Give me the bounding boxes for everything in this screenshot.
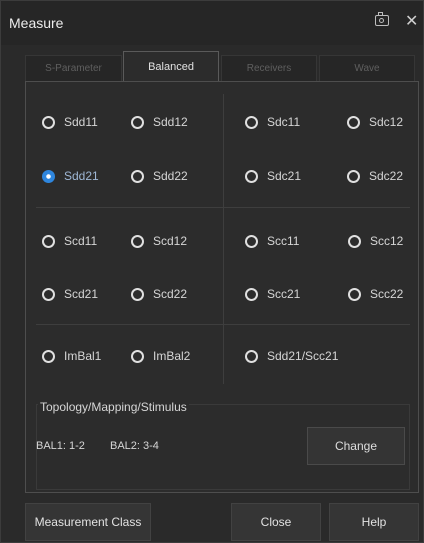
radio-scc11[interactable]: Scc11 [245, 233, 299, 249]
radio-label: Scd11 [64, 234, 98, 248]
radio-sdc11[interactable]: Sdc11 [245, 114, 300, 130]
radio-circle-icon [348, 234, 361, 248]
radio-label: Scc11 [267, 234, 300, 248]
radio-circle-icon [245, 234, 258, 248]
tab-bar: S-Parameter Balanced Receivers Wave [25, 51, 419, 82]
radio-label: Scc22 [370, 287, 404, 301]
bal2-mapping: BAL2: 3-4 [110, 440, 159, 452]
change-button[interactable]: Change [307, 427, 405, 465]
tab-wave[interactable]: Wave [319, 55, 415, 81]
radio-sdc21[interactable]: Sdc21 [245, 168, 301, 184]
topology-group-title: Topology/Mapping/Stimulus [38, 400, 189, 414]
radio-label: Sdd21/Scc21 [267, 349, 339, 363]
radio-label: Sdd11 [64, 115, 98, 129]
radio-checked-icon [42, 169, 55, 183]
radio-scc12[interactable]: Scc12 [348, 233, 403, 249]
balanced-panel: Sdd11 Sdd12 Sdc11 Sdc12 Sdd21 Sdd22 Sdc2… [25, 81, 419, 493]
tab-receivers[interactable]: Receivers [221, 55, 317, 81]
radio-circle-icon [131, 115, 144, 129]
radio-label: ImBal2 [153, 349, 191, 363]
help-button[interactable]: Help [329, 503, 419, 541]
radio-label: Scd21 [64, 287, 99, 301]
close-button[interactable]: Close [231, 503, 321, 541]
radio-label: Sdd21 [64, 169, 99, 183]
radio-sdd11[interactable]: Sdd11 [42, 114, 98, 130]
radio-circle-icon [131, 349, 144, 363]
radio-scd11[interactable]: Scd11 [42, 233, 97, 249]
radio-label: Sdd22 [153, 169, 188, 183]
radio-label: Sdc21 [267, 169, 302, 183]
radio-label: Sdc11 [267, 115, 301, 129]
radio-scd12[interactable]: Scd12 [131, 233, 187, 249]
tab-balanced[interactable]: Balanced [123, 51, 219, 82]
radio-circle-icon [42, 234, 55, 248]
radio-label: Sdd12 [153, 115, 188, 129]
radio-label: Scd12 [153, 234, 188, 248]
bal1-mapping: BAL1: 1-2 [36, 440, 85, 452]
radio-circle-icon [42, 287, 55, 301]
radio-sdc22[interactable]: Sdc22 [347, 168, 403, 184]
radio-circle-icon [131, 169, 144, 183]
radio-label: Scd22 [153, 287, 188, 301]
radio-sdd22[interactable]: Sdd22 [131, 168, 188, 184]
radio-circle-icon [131, 287, 144, 301]
close-icon[interactable]: ✕ [405, 11, 418, 31]
radio-scd22[interactable]: Scd22 [131, 286, 187, 302]
dialog-title: Measure [9, 15, 64, 31]
radio-circle-icon [42, 115, 55, 129]
radio-label: Sdc12 [369, 115, 404, 129]
radio-label: Scc21 [267, 287, 301, 301]
radio-circle-icon [245, 115, 258, 129]
radio-circle-icon [42, 349, 55, 363]
camera-icon[interactable] [375, 12, 389, 26]
radio-scd21[interactable]: Scd21 [42, 286, 98, 302]
measure-dialog: Measure ✕ S-Parameter Balanced Receivers… [0, 0, 424, 543]
radio-label: Sdc22 [369, 169, 404, 183]
radio-circle-icon [131, 234, 144, 248]
title-bar: Measure ✕ [1, 1, 423, 45]
radio-sdd21-scc21[interactable]: Sdd21/Scc21 [245, 348, 338, 364]
radio-sdc12[interactable]: Sdc12 [347, 114, 403, 130]
column-divider [223, 94, 224, 384]
radio-sdd12[interactable]: Sdd12 [131, 114, 188, 130]
radio-label: Scc12 [370, 234, 404, 248]
radio-imbal2[interactable]: ImBal2 [131, 348, 190, 364]
radio-circle-icon [348, 287, 361, 301]
radio-label: ImBal1 [64, 349, 102, 363]
radio-imbal1[interactable]: ImBal1 [42, 348, 101, 364]
radio-scc22[interactable]: Scc22 [348, 286, 403, 302]
tab-s-parameter[interactable]: S-Parameter [25, 55, 122, 81]
radio-circle-icon [347, 115, 360, 129]
measurement-class-button[interactable]: Measurement Class [25, 503, 151, 541]
radio-circle-icon [245, 287, 258, 301]
row-divider-2 [36, 324, 410, 325]
row-divider-1 [36, 207, 410, 208]
radio-circle-icon [245, 349, 258, 363]
radio-scc21[interactable]: Scc21 [245, 286, 300, 302]
radio-circle-icon [347, 169, 360, 183]
radio-sdd21[interactable]: Sdd21 [42, 168, 99, 184]
radio-circle-icon [245, 169, 258, 183]
